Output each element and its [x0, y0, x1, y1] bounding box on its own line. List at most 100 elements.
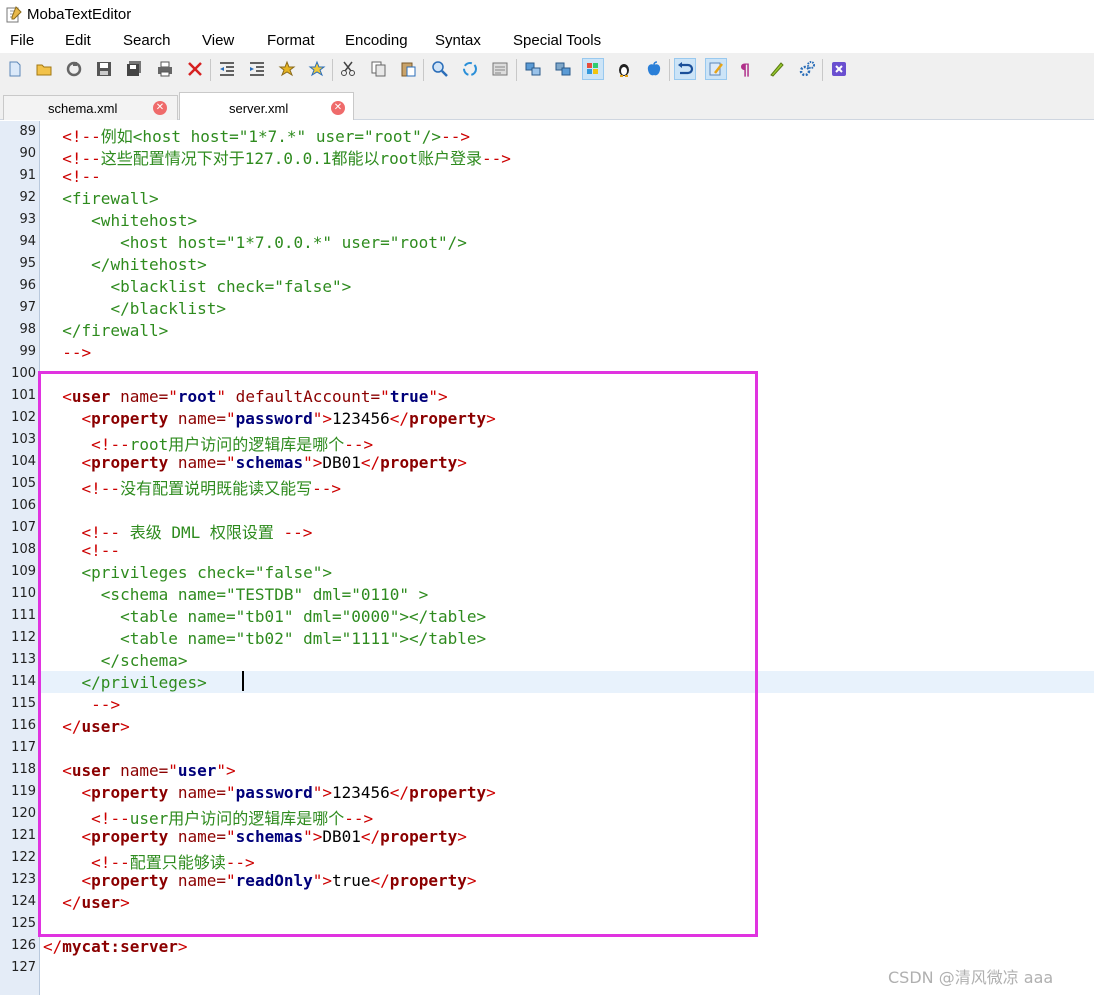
undo-icon[interactable]: [674, 58, 696, 80]
menu-search[interactable]: Search: [123, 32, 171, 49]
code-text: <!--: [43, 167, 101, 186]
code-line[interactable]: 96 <blacklist check="false">: [0, 275, 1094, 297]
code-line[interactable]: 89 <!--例如<host host="1*7.*" user="root"/…: [0, 121, 1094, 146]
copy-icon[interactable]: [367, 58, 389, 80]
settings-icon[interactable]: [796, 58, 818, 80]
code-text: -->: [43, 695, 120, 714]
code-line[interactable]: 112 <table name="tb02" dml="1111"></tabl…: [0, 627, 1094, 649]
menu-bar: File Edit Search View Format Encoding Sy…: [0, 30, 1094, 52]
code-line[interactable]: 95 </whitehost>: [0, 253, 1094, 275]
code-line[interactable]: 120 <!--user用户访问的逻辑库是哪个-->: [0, 803, 1094, 828]
code-token: property: [409, 409, 487, 428]
exit-icon[interactable]: [828, 58, 850, 80]
unindent-icon[interactable]: [216, 58, 238, 80]
split-horizontal-icon[interactable]: [522, 58, 544, 80]
code-line[interactable]: 94 <host host="1*7.0.0.*" user="root"/>: [0, 231, 1094, 253]
code-token: <whitehost>: [91, 211, 198, 230]
close-icon[interactable]: ✕: [331, 101, 345, 115]
code-token: <: [81, 409, 92, 428]
tab-server-xml[interactable]: server.xml ✕: [179, 92, 354, 120]
code-line[interactable]: 99 -->: [0, 341, 1094, 363]
code-text: <blacklist check="false">: [43, 277, 351, 296]
code-line[interactable]: 98 </firewall>: [0, 319, 1094, 341]
code-line[interactable]: 93 <whitehost>: [0, 209, 1094, 231]
code-line[interactable]: 126 </mycat:server>: [0, 935, 1094, 957]
code-line[interactable]: 122 <!--配置只能够读-->: [0, 847, 1094, 872]
code-token: ": [380, 387, 390, 406]
paste-icon[interactable]: [397, 58, 419, 80]
code-line[interactable]: 92 <firewall>: [0, 187, 1094, 209]
code-line[interactable]: 106: [0, 495, 1094, 517]
line-number: 122: [11, 850, 36, 865]
replace-icon[interactable]: [459, 58, 481, 80]
code-line[interactable]: 102 <property name="password">123456</pr…: [0, 407, 1094, 429]
code-line[interactable]: 110 <schema name="TESTDB" dml="0110" >: [0, 583, 1094, 605]
code-line[interactable]: 108 <!--: [0, 539, 1094, 561]
line-number: 94: [19, 234, 36, 249]
indent-icon[interactable]: [246, 58, 268, 80]
split-vertical-icon[interactable]: [552, 58, 574, 80]
save-all-icon[interactable]: [123, 58, 145, 80]
code-line[interactable]: 113 </schema>: [0, 649, 1094, 671]
code-line[interactable]: 117: [0, 737, 1094, 759]
code-line[interactable]: 119 <property name="password">123456</pr…: [0, 781, 1094, 803]
menu-format[interactable]: Format: [267, 32, 315, 49]
code-line[interactable]: 104 <property name="schemas">DB01</prope…: [0, 451, 1094, 473]
line-number: 123: [11, 872, 36, 887]
code-line[interactable]: 90 <!--这些配置情况下对于127.0.0.1都能以root账户登录-->: [0, 143, 1094, 168]
new-file-icon[interactable]: [4, 58, 26, 80]
find-icon[interactable]: [429, 58, 451, 80]
code-line[interactable]: 101 <user name="root" defaultAccount="tr…: [0, 385, 1094, 407]
highlighter-icon[interactable]: [766, 58, 788, 80]
menu-edit[interactable]: Edit: [65, 32, 91, 49]
menu-syntax[interactable]: Syntax: [435, 32, 481, 49]
linux-eol-icon[interactable]: [613, 58, 635, 80]
menu-encoding[interactable]: Encoding: [345, 32, 408, 49]
code-line[interactable]: 105 <!--没有配置说明既能读又能写-->: [0, 473, 1094, 498]
edit-mode-icon[interactable]: [705, 58, 727, 80]
mac-eol-icon[interactable]: [643, 58, 665, 80]
code-line[interactable]: 125: [0, 913, 1094, 935]
code-line[interactable]: 121 <property name="schemas">DB01</prope…: [0, 825, 1094, 847]
code-token: </: [62, 893, 82, 912]
code-token: ": [216, 387, 227, 406]
windows-eol-icon[interactable]: [582, 58, 604, 80]
menu-view[interactable]: View: [202, 32, 234, 49]
print-icon[interactable]: [154, 58, 176, 80]
code-line[interactable]: 107 <!-- 表级 DML 权限设置 -->: [0, 517, 1094, 542]
code-text: <!--: [43, 541, 121, 560]
bookmark-icon[interactable]: [276, 58, 298, 80]
code-line[interactable]: 115 -->: [0, 693, 1094, 715]
bookmark-next-icon[interactable]: [306, 58, 328, 80]
code-line[interactable]: 103 <!--root用户访问的逻辑库是哪个-->: [0, 429, 1094, 454]
menu-special-tools[interactable]: Special Tools: [513, 32, 601, 49]
cut-icon[interactable]: [337, 58, 359, 80]
save-icon[interactable]: [93, 58, 115, 80]
code-token: DB01: [322, 827, 361, 846]
open-folder-icon[interactable]: [33, 58, 55, 80]
reload-icon[interactable]: [63, 58, 85, 80]
pilcrow-icon[interactable]: ¶: [735, 58, 757, 80]
close-file-icon[interactable]: [184, 58, 206, 80]
code-line[interactable]: 116 </user>: [0, 715, 1094, 737]
code-line[interactable]: 124 </user>: [0, 891, 1094, 913]
code-line[interactable]: 91 <!--: [0, 165, 1094, 187]
line-number: 104: [11, 454, 36, 469]
menu-file[interactable]: File: [10, 32, 34, 49]
close-icon[interactable]: ✕: [153, 101, 167, 115]
code-line[interactable]: 100: [0, 363, 1094, 385]
line-number: 95: [19, 256, 36, 271]
code-line[interactable]: 111 <table name="tb01" dml="0000"></tabl…: [0, 605, 1094, 627]
goto-icon[interactable]: [489, 58, 511, 80]
code-line[interactable]: 97 </blacklist>: [0, 297, 1094, 319]
code-line[interactable]: 114 </privileges>: [11, 671, 1094, 693]
code-line[interactable]: 118 <user name="user">: [0, 759, 1094, 781]
code-line[interactable]: 123 <property name="readOnly">true</prop…: [0, 869, 1094, 891]
line-number: 124: [11, 894, 36, 909]
editor[interactable]: 89 <!--例如<host host="1*7.*" user="root"/…: [0, 121, 1094, 995]
code-line[interactable]: 109 <privileges check="false">: [0, 561, 1094, 583]
tab-schema-xml[interactable]: schema.xml ✕: [3, 95, 178, 120]
